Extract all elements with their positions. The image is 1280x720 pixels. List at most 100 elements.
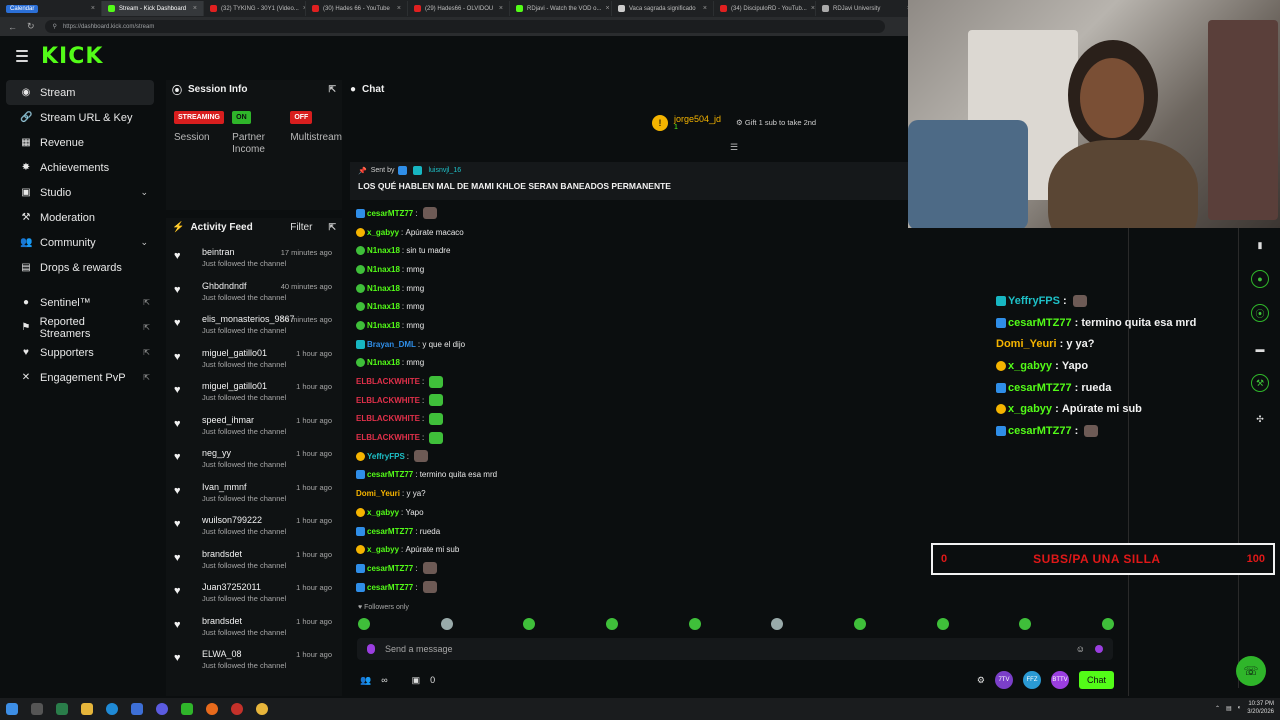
chat-message[interactable]: Domi_Yeuri: y ya?	[356, 484, 916, 503]
chat-username[interactable]: x_gabyy	[1008, 403, 1052, 415]
folder-icon[interactable]	[81, 703, 93, 715]
sidebar-item[interactable]: ◉ Stream	[6, 80, 154, 105]
top-gifter[interactable]: ! jorge504_jd 1	[652, 114, 721, 131]
activity-item[interactable]: ♥ brandsdet Just followed the channel 1 hou…	[166, 612, 342, 646]
sidebar-ext-item[interactable]: ⚑ Reported Streamers ⇱	[6, 315, 154, 340]
chat-message[interactable]: ELBLACKWHITE:	[356, 428, 916, 447]
chat-tool-icon[interactable]: ●	[1251, 270, 1269, 288]
activity-item[interactable]: ♥ speed_ihmar Just followed the channel 1 h…	[166, 411, 342, 445]
activity-item[interactable]: ♥ ELWA_08 Just followed the channel 1 hour …	[166, 645, 342, 679]
chat-message[interactable]: x_gabyy: Apúrate macaco	[356, 223, 916, 242]
activity-item[interactable]: ♥ beintran Just followed the channel 17 min…	[166, 243, 342, 277]
chat-username[interactable]: ELBLACKWHITE	[356, 433, 420, 442]
popout-icon[interactable]: ⇱	[328, 84, 336, 95]
chat-username[interactable]: N1nax18	[367, 284, 400, 293]
kick-emote-icon[interactable]	[1095, 645, 1103, 653]
browser-tab[interactable]: (30) Hades 66 - YouTube ×	[306, 1, 408, 16]
quick-emote-icon[interactable]	[771, 618, 784, 630]
quick-emote-icon[interactable]	[440, 618, 453, 630]
chat-username[interactable]: x_gabyy	[1008, 360, 1052, 372]
clock[interactable]: 10:37 PM 3/20/2026	[1247, 700, 1274, 716]
status-badge[interactable]: STREAMING	[174, 111, 224, 124]
activity-item[interactable]: ♥ miguel_gatillo01 Just followed the chann…	[166, 377, 342, 411]
chat-filter-icon[interactable]: ☰	[730, 142, 738, 153]
chat-username[interactable]: cesarMTZ77	[1008, 425, 1072, 437]
sidebar-item[interactable]: 🔗 Stream URL & Key	[6, 105, 154, 130]
sidebar-item[interactable]: ▦ Revenue	[6, 130, 154, 155]
chat-message[interactable]: N1nax18: mmg	[356, 316, 916, 335]
browser-tab[interactable]: RDjavi - Watch the VOD o... ×	[510, 1, 612, 16]
store-icon[interactable]	[131, 703, 143, 715]
kick-app-icon[interactable]	[181, 703, 193, 715]
quick-emote-icon[interactable]	[1101, 618, 1114, 630]
activity-item[interactable]: ♥ wuilson799222 Just followed the channel 1…	[166, 511, 342, 545]
chat-message[interactable]: N1nax18: mmg	[356, 279, 916, 298]
sidebar-item[interactable]: ✸ Achievements	[6, 155, 154, 180]
chat-username[interactable]: x_gabyy	[367, 545, 399, 554]
document-icon[interactable]: ▮	[1251, 236, 1269, 254]
chat-username[interactable]: x_gabyy	[367, 228, 399, 237]
chat-message[interactable]: cesarMTZ77:	[356, 204, 916, 223]
search-icon[interactable]	[31, 703, 43, 715]
activity-item[interactable]: ♥ Ivan_mmnf Just followed the channel 1 hou…	[166, 478, 342, 512]
sidebar-ext-item[interactable]: ● Sentinel™ ⇱	[6, 290, 154, 315]
chat-username[interactable]: cesarMTZ77	[367, 470, 413, 479]
sidebar-ext-item[interactable]: ♥ Supporters ⇱	[6, 340, 154, 365]
quick-emote-icon[interactable]	[358, 618, 370, 630]
back-icon[interactable]: ←	[8, 22, 17, 32]
tab-close-icon[interactable]: ×	[703, 5, 707, 12]
tab-close-icon[interactable]: ×	[91, 5, 95, 12]
browser-tab[interactable]: (34) DiscipuloRD - YouTub... ×	[714, 1, 816, 16]
ffz-extension-icon[interactable]: FFZ	[1022, 671, 1041, 689]
apps-icon[interactable]: ✣	[1251, 410, 1269, 428]
activity-item[interactable]: ♥ elis_monasterios_9867 Just followed the …	[166, 310, 342, 344]
pinned-username[interactable]: luisnvjl_16	[428, 167, 461, 174]
chat-message[interactable]: N1nax18: mmg	[356, 297, 916, 316]
tab-close-icon[interactable]: ×	[605, 5, 609, 12]
chat-username[interactable]: x_gabyy	[367, 508, 399, 517]
start-icon[interactable]	[6, 703, 18, 715]
browser-tab[interactable]: (32) TYKING - 30Y1 (Video...×	[204, 1, 306, 16]
chat-username[interactable]: cesarMTZ77	[367, 564, 413, 573]
quick-emote-icon[interactable]	[853, 618, 866, 630]
chat-message[interactable]: ELBLACKWHITE:	[356, 391, 916, 410]
chat-username[interactable]: N1nax18	[367, 321, 400, 330]
tab-close-icon[interactable]: ×	[811, 5, 815, 12]
quick-emote-icon[interactable]	[936, 618, 949, 630]
obs-icon[interactable]	[231, 703, 243, 715]
chat-username[interactable]: YeffryFPS	[367, 452, 405, 461]
activity-item[interactable]: ♥ neg_yy Just followed the channel 1 hour a…	[166, 444, 342, 478]
chat-message[interactable]: Brayan_DML: y que el dijo	[356, 335, 916, 354]
chat-input[interactable]: Send a message ☺	[357, 638, 1113, 660]
filter-button[interactable]: Filter	[290, 222, 312, 233]
chrome-canary-icon[interactable]	[256, 703, 268, 715]
chat-message[interactable]: N1nax18: mmg	[356, 354, 916, 373]
chat-username[interactable]: ELBLACKWHITE	[356, 377, 420, 386]
sidebar-item[interactable]: ▣ Studio ⌄	[6, 180, 154, 205]
chat-message[interactable]: ELBLACKWHITE:	[356, 372, 916, 391]
chrome-icon[interactable]	[156, 703, 168, 715]
chat-message[interactable]: cesarMTZ77:	[356, 578, 916, 597]
browser-tab[interactable]: RDJavi University×	[816, 1, 918, 16]
pinned-message[interactable]: 📌 Sent by luisnvjl_16 LOS QUÉ HABLEN MAL…	[350, 162, 912, 200]
quick-emote-icon[interactable]	[1019, 618, 1032, 630]
hamburger-menu-icon[interactable]	[16, 50, 28, 62]
mic-icon[interactable]	[367, 644, 375, 654]
chat-username[interactable]: cesarMTZ77	[1008, 317, 1072, 329]
store-icon[interactable]: ▣	[412, 675, 421, 686]
activity-item[interactable]: ♥ Ghbdndndf Just followed the channel 40 mi…	[166, 277, 342, 311]
reload-icon[interactable]: ↻	[27, 21, 35, 32]
chat-message[interactable]: x_gabyy: Apúrate mi sub	[356, 540, 916, 559]
network-icon[interactable]: ▤	[1226, 705, 1232, 712]
broadcast-tool-icon[interactable]: ⦿	[1251, 304, 1269, 322]
browser-tab[interactable]: Stream - Kick Dashboard ×	[102, 1, 204, 16]
chat-username[interactable]: Domi_Yeuri	[996, 338, 1057, 350]
activity-item[interactable]: ♥ brandsdet Just followed the channel 1 hou…	[166, 545, 342, 579]
emoji-icon[interactable]: ☺	[1076, 644, 1085, 654]
sidebar-ext-item[interactable]: ✕ Engagement PvP ⇱	[6, 365, 154, 390]
chat-username[interactable]: cesarMTZ77	[367, 527, 413, 536]
chat-username[interactable]: cesarMTZ77	[367, 209, 413, 218]
chat-username[interactable]: N1nax18	[367, 246, 400, 255]
tab-close-icon[interactable]: ×	[397, 5, 401, 12]
sidebar-item[interactable]: ⚒ Moderation	[6, 205, 154, 230]
